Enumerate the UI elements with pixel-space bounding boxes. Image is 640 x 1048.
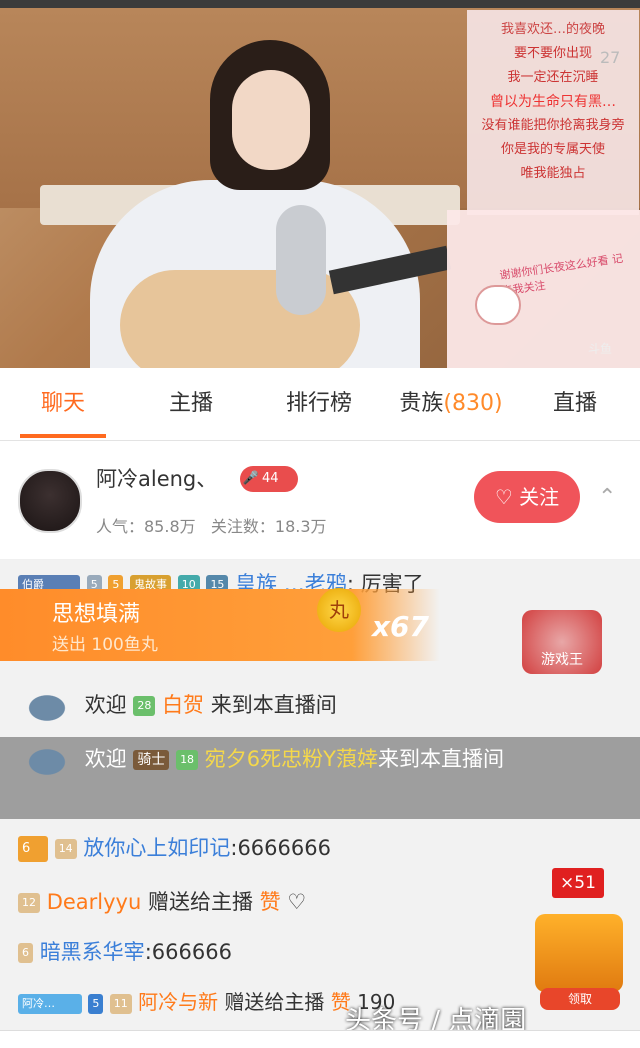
tab-rank[interactable]: 排行榜: [276, 368, 362, 440]
chat-username[interactable]: Dearlyyu: [47, 890, 142, 914]
chat-text: 来到本直播间: [377, 747, 504, 771]
heart-icon: ♡: [494, 485, 513, 509]
microphone: [276, 205, 326, 315]
host-name: 阿冷aleng、: [96, 467, 218, 491]
chat-text: 来到本直播间: [210, 693, 337, 717]
treasure-chest-icon[interactable]: [535, 914, 623, 992]
fishball-coin-icon: 丸: [317, 588, 361, 632]
host-avatar[interactable]: [18, 469, 82, 533]
shark-icon: [16, 686, 78, 726]
fan-level: 28: [133, 696, 156, 716]
chat-prefix: 欢迎: [84, 747, 127, 771]
game-king-logo[interactable]: 游戏王: [522, 610, 602, 674]
fan-level: 11: [109, 993, 132, 1014]
shark-icon: [16, 740, 78, 780]
lyric-line: 没有谁能把你抢离我身旁: [481, 118, 625, 133]
tab-chat[interactable]: 聊天: [20, 368, 106, 440]
gift-sender: 思想填满: [52, 602, 141, 627]
fan-badge: 阿冷…: [18, 993, 82, 1014]
host-stats: 人气：85.8万 关注数：18.3万: [96, 513, 327, 537]
follow-button[interactable]: ♡ 关注: [474, 471, 580, 523]
gift-multiplier: x67: [372, 610, 430, 643]
chat-username[interactable]: 暗黑系华宰: [40, 940, 145, 964]
live-video-player[interactable]: 我喜欢还…的夜晚 要不要你出现 我一定还在沉睡 曾以为生命只有黑… 没有谁能把你…: [0, 0, 640, 368]
treasure-count: ×51: [552, 868, 604, 898]
level-badge: 5: [88, 993, 104, 1014]
chat-prefix: 欢迎: [84, 693, 127, 717]
game-logo-text: 游戏王: [541, 652, 583, 668]
host-level-badge: 🎤 44: [240, 466, 298, 492]
tab-noble-count: (830): [443, 391, 503, 416]
host-followers: 关注数：18.3万: [210, 517, 327, 536]
fan-level: 14: [54, 839, 77, 859]
level-badge: 6: [18, 836, 48, 862]
lyric-line: 你是我的专属天使: [500, 142, 605, 157]
fan-level: 18: [176, 750, 199, 770]
tab-noble[interactable]: 贵族(830): [388, 368, 514, 440]
tab-bar: 聊天 主播 排行榜 贵族(830) 直播: [0, 368, 640, 441]
chat-message: 欢迎 骑士 18 宛夕6死忠粉Y蒗婞来到本直播间: [0, 740, 640, 780]
chat-text: :666666: [144, 940, 232, 964]
status-bar: [0, 0, 640, 8]
chat-text: :6666666: [230, 836, 331, 860]
chat-username[interactable]: 阿冷与新: [138, 990, 218, 1014]
chat-text: 赠送给主播: [147, 890, 253, 914]
tab-indicator: [20, 434, 106, 438]
streamer-face: [232, 70, 310, 170]
thumbs-up-icon: ♡: [287, 890, 307, 914]
lyric-line: 唯我能独占: [520, 166, 586, 181]
host-card: 阿冷aleng、 🎤 44 人气：85.8万 关注数：18.3万 ♡ 关注 ⌃: [0, 441, 640, 559]
douyu-watermark: 斗鱼: [588, 342, 613, 356]
fan-level: 6: [18, 943, 33, 963]
gift-description: 送出 100鱼丸: [52, 635, 158, 655]
chat-username[interactable]: 放你心上如印记: [83, 836, 230, 860]
lyrics-panel: 我喜欢还…的夜晚 要不要你出现 我一定还在沉睡 曾以为生命只有黑… 没有谁能把你…: [467, 10, 639, 215]
lyric-time: 27: [600, 48, 621, 67]
chat-text: 赠送给主播: [224, 990, 325, 1014]
chat-message: 欢迎 28 白贺 来到本直播间: [0, 680, 640, 730]
lyric-line: 我喜欢还…的夜晚: [500, 22, 605, 37]
follow-label: 关注: [519, 485, 560, 509]
host-level: 44: [262, 471, 279, 486]
tab-noble-label: 贵族: [399, 391, 444, 416]
lyric-line: 我一定还在沉睡: [507, 70, 599, 85]
chat-message: 6 14 放你心上如印记:6666666: [0, 830, 640, 866]
gift-name: 赞: [259, 890, 281, 914]
lyric-line-current: 曾以为生命只有黑…: [490, 94, 616, 110]
host-popularity: 人气：85.8万: [96, 517, 196, 536]
mic-icon: 🎤: [242, 471, 260, 486]
tab-host[interactable]: 主播: [148, 368, 234, 440]
knight-badge: 骑士: [133, 750, 170, 770]
chat-input-bar[interactable]: [0, 1030, 640, 1048]
tab-live[interactable]: 直播: [532, 368, 618, 440]
chevron-up-icon[interactable]: ⌃: [598, 485, 616, 510]
fan-level: 12: [18, 893, 40, 913]
chat-username[interactable]: 白贺: [162, 693, 204, 717]
chat-username[interactable]: 宛夕6死忠粉Y蒗婞: [205, 747, 378, 771]
cartoon-cow-icon: [475, 285, 521, 325]
claim-button[interactable]: 领取: [540, 988, 620, 1010]
